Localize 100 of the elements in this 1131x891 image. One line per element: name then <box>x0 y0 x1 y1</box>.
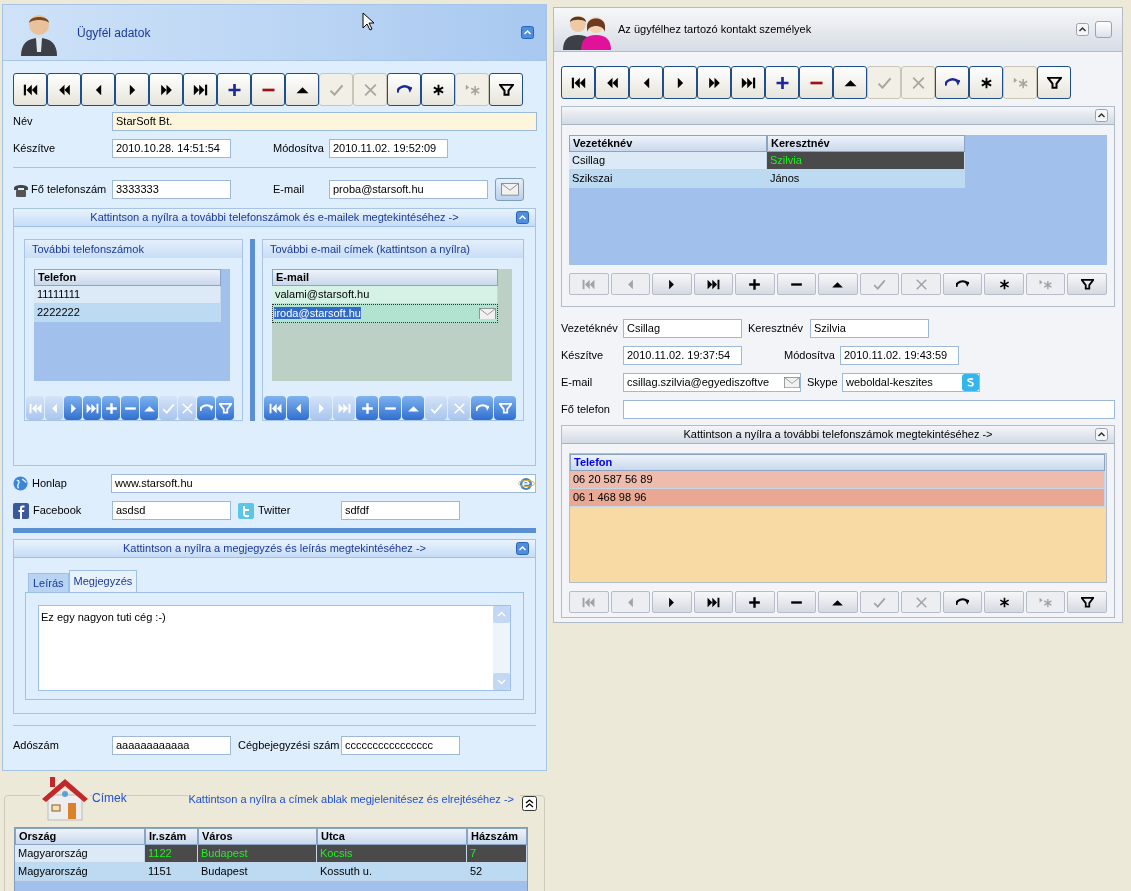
nav-button[interactable] <box>489 73 523 106</box>
text-field[interactable]: asdsd <box>112 501 231 520</box>
refresh-icon <box>956 278 970 290</box>
field-label: Facebook <box>33 503 82 519</box>
nav-button[interactable] <box>935 66 969 99</box>
text-field[interactable]: 2010.11.02. 19:43:59 <box>840 346 959 365</box>
table-row[interactable]: Magyarország 1122 Budapest Kocsis 7 <box>15 845 527 863</box>
nav-button[interactable] <box>969 66 1003 99</box>
nav-button[interactable] <box>1067 273 1107 295</box>
nav-button[interactable] <box>81 73 115 106</box>
table-row[interactable]: 06 20 587 56 89 <box>570 471 1105 489</box>
check-icon <box>161 402 175 414</box>
text-field[interactable] <box>623 400 1115 419</box>
text-field[interactable]: 3333333 <box>112 180 231 199</box>
nav-button[interactable] <box>735 591 775 613</box>
nav-button[interactable] <box>697 66 731 99</box>
browser-icon[interactable] <box>518 476 535 491</box>
table-row[interactable]: iroda@starsoft.hu <box>272 304 498 323</box>
nav-button[interactable] <box>799 66 833 99</box>
nav-button[interactable] <box>776 591 817 613</box>
memo-field[interactable]: Ez egy nagyon tuti cég :-) <box>38 605 511 691</box>
nav-button[interactable] <box>833 66 867 99</box>
text-field[interactable]: 2010.10.28. 14:51:54 <box>112 139 231 158</box>
text-field[interactable]: cccccccccccccccc <box>341 736 460 755</box>
nav-button[interactable] <box>387 73 421 106</box>
nav-button[interactable] <box>251 73 285 106</box>
section-header[interactable]: Kattintson a nyílra a megjegyzés és leírás megtekintéséhez -> <box>14 540 535 558</box>
table-row[interactable]: 11111111 <box>34 286 221 304</box>
nav-button[interactable] <box>818 273 858 295</box>
text-field[interactable]: sdfdf <box>341 501 460 520</box>
column-header[interactable]: Telefon <box>34 269 221 286</box>
field-label: Készítve <box>13 141 57 157</box>
tab[interactable]: Megjegyzés <box>68 570 138 592</box>
text-field[interactable]: csillag.szilvia@egyediszoftve <box>623 373 801 392</box>
text-field[interactable]: weboldal-keszites <box>842 373 980 392</box>
nav-button[interactable] <box>183 73 217 106</box>
text-field[interactable]: proba@starsoft.hu <box>329 180 488 199</box>
column-header[interactable]: Keresztnév <box>767 135 965 152</box>
nav-button[interactable] <box>735 273 775 295</box>
nav-button[interactable] <box>652 273 692 295</box>
nav-button[interactable] <box>115 73 149 106</box>
nav-button[interactable] <box>47 73 81 106</box>
window-button[interactable] <box>1095 21 1112 38</box>
table-row[interactable]: Magyarország 1151 Budapest Kossuth u. 52 <box>15 863 527 881</box>
tab[interactable]: Leírás <box>28 573 69 592</box>
section-header[interactable]: Kattintson a nyílra a további telefonszámok és e-mailek megtekintéséhez -> <box>14 209 535 227</box>
text-field[interactable]: Szilvia <box>810 319 929 338</box>
asterisk-icon <box>997 596 1011 608</box>
column-header[interactable]: Ország <box>15 828 145 845</box>
nav-button[interactable] <box>942 591 983 613</box>
nav-button[interactable] <box>13 73 47 106</box>
nav-button[interactable] <box>149 73 183 106</box>
nav-button[interactable] <box>693 591 734 613</box>
column-header[interactable]: Utca <box>317 828 467 845</box>
column-header[interactable]: Telefon <box>570 454 1105 471</box>
table-row[interactable]: 06 1 468 98 96 <box>570 489 1105 507</box>
text-field[interactable]: Csillag <box>623 319 742 338</box>
collapse-icon[interactable] <box>1076 23 1089 36</box>
collapse-icon[interactable] <box>1095 428 1108 441</box>
nav-button[interactable] <box>942 273 983 295</box>
nav-button[interactable] <box>663 66 697 99</box>
group-title: További e-mail címek (kattintson a nyílra) <box>263 240 523 258</box>
column-header[interactable]: Vezetéknév <box>569 135 767 152</box>
nav-button[interactable] <box>595 66 629 99</box>
asterisk-arrow-icon <box>1039 596 1053 608</box>
nav-button[interactable] <box>421 73 455 106</box>
section-header[interactable]: Kattintson a nyílra a további telefonszámok megtekintéséhez -> <box>562 426 1114 444</box>
field-label: Skype <box>807 375 839 391</box>
collapse-icon[interactable] <box>522 796 537 811</box>
table-row[interactable]: valami@starsoft.hu <box>272 286 498 304</box>
table-row[interactable]: 2222222 <box>34 304 221 322</box>
nav-button[interactable] <box>1067 591 1107 613</box>
table-row[interactable]: Csillag Szilvia <box>569 152 1107 170</box>
nav-button[interactable] <box>1037 66 1071 99</box>
text-field[interactable]: 2010.11.02. 19:37:54 <box>623 346 742 365</box>
text-field[interactable]: aaaaaaaaaaaa <box>112 736 231 755</box>
nav-button[interactable] <box>984 591 1024 613</box>
column-header[interactable]: Ir.szám <box>145 828 198 845</box>
send-email-button[interactable] <box>495 178 524 201</box>
text-field[interactable]: StarSoft Bt. <box>112 112 537 131</box>
text-field[interactable]: 2010.11.02. 19:52:09 <box>329 139 448 158</box>
column-header[interactable]: Város <box>198 828 317 845</box>
column-header[interactable]: Házszám <box>467 828 527 845</box>
nav-button[interactable] <box>984 273 1024 295</box>
nav-button[interactable] <box>776 273 817 295</box>
nav-button[interactable] <box>629 66 663 99</box>
nav-button[interactable] <box>652 591 692 613</box>
field-label: Név <box>13 114 34 130</box>
nav-button[interactable] <box>217 73 251 106</box>
nav-button[interactable] <box>818 591 858 613</box>
nav-button[interactable] <box>731 66 765 99</box>
table-row[interactable]: Szikszai János <box>569 170 1107 188</box>
nav-button[interactable] <box>693 273 734 295</box>
collapse-icon[interactable] <box>1095 109 1108 122</box>
nav-button[interactable] <box>765 66 799 99</box>
text-field[interactable]: www.starsoft.hu <box>111 474 536 493</box>
column-header[interactable]: E-mail <box>272 269 498 286</box>
nav-button[interactable] <box>561 66 595 99</box>
funnel-icon <box>218 402 232 414</box>
nav-button[interactable] <box>285 73 319 106</box>
